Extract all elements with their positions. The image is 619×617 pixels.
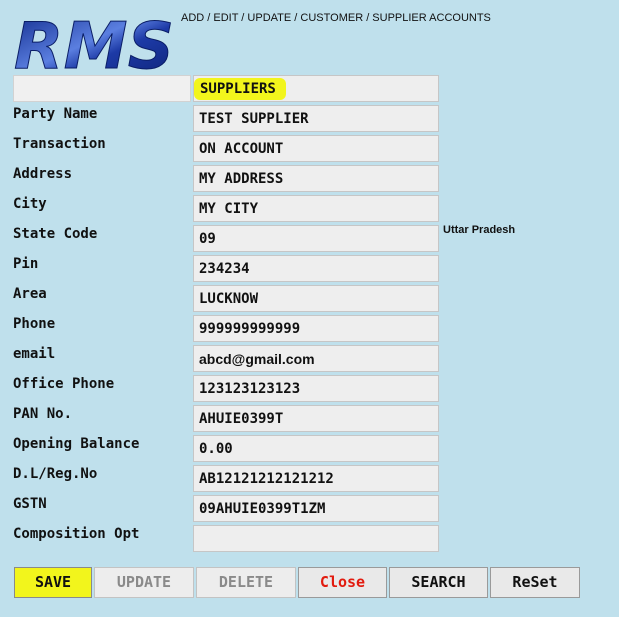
breadcrumb: ADD / EDIT / UPDATE / CUSTOMER / SUPPLIE…	[181, 12, 491, 24]
area-field[interactable]: LUCKNOW	[193, 285, 439, 312]
address-field[interactable]: MY ADDRESS	[193, 165, 439, 192]
gstn-field[interactable]: 09AHUIE0399T1ZM	[193, 495, 439, 522]
composition-opt-field[interactable]	[193, 525, 439, 552]
city-field[interactable]: MY CITY	[193, 195, 439, 222]
reset-button[interactable]: ReSet	[490, 567, 580, 598]
address-label: Address	[13, 166, 73, 182]
delete-button[interactable]: DELETE	[196, 567, 296, 598]
phone-field[interactable]: 999999999999	[193, 315, 439, 342]
pan-field[interactable]: AHUIE0399T	[193, 405, 439, 432]
rms-logo: RMS	[14, 10, 175, 72]
state-name-text: Uttar Pradesh	[443, 224, 516, 236]
close-button[interactable]: Close	[298, 567, 387, 598]
logo-text: RMS	[14, 10, 174, 72]
dl-reg-no-label: D.L/Reg.No	[13, 466, 98, 482]
office-phone-label: Office Phone	[13, 376, 115, 392]
account-type-label-box	[13, 75, 191, 102]
city-label: City	[13, 196, 47, 212]
account-type-value: SUPPLIERS	[194, 78, 286, 100]
opening-balance-label: Opening Balance	[13, 436, 140, 452]
phone-label: Phone	[13, 316, 56, 332]
composition-opt-label: Composition Opt	[13, 526, 140, 542]
account-type-field[interactable]: SUPPLIERS	[193, 75, 439, 102]
pin-field[interactable]: 234234	[193, 255, 439, 282]
pin-label: Pin	[13, 256, 39, 272]
opening-balance-field[interactable]: 0.00	[193, 435, 439, 462]
save-button[interactable]: SAVE	[14, 567, 92, 598]
transaction-field[interactable]: ON ACCOUNT	[193, 135, 439, 162]
party-name-label: Party Name	[13, 106, 98, 122]
area-label: Area	[13, 286, 47, 302]
update-button[interactable]: UPDATE	[94, 567, 194, 598]
dl-reg-no-field[interactable]: AB12121212121212	[193, 465, 439, 492]
email-label: email	[13, 346, 56, 362]
pan-label: PAN No.	[13, 406, 73, 422]
search-button[interactable]: SEARCH	[389, 567, 488, 598]
state-code-label: State Code	[13, 226, 98, 242]
gstn-label: GSTN	[13, 496, 47, 512]
office-phone-field[interactable]: 123123123123	[193, 375, 439, 402]
party-name-field[interactable]: TEST SUPPLIER	[193, 105, 439, 132]
state-code-field[interactable]: 09	[193, 225, 439, 252]
email-field[interactable]: abcd@gmail.com	[193, 345, 439, 372]
transaction-label: Transaction	[13, 136, 106, 152]
